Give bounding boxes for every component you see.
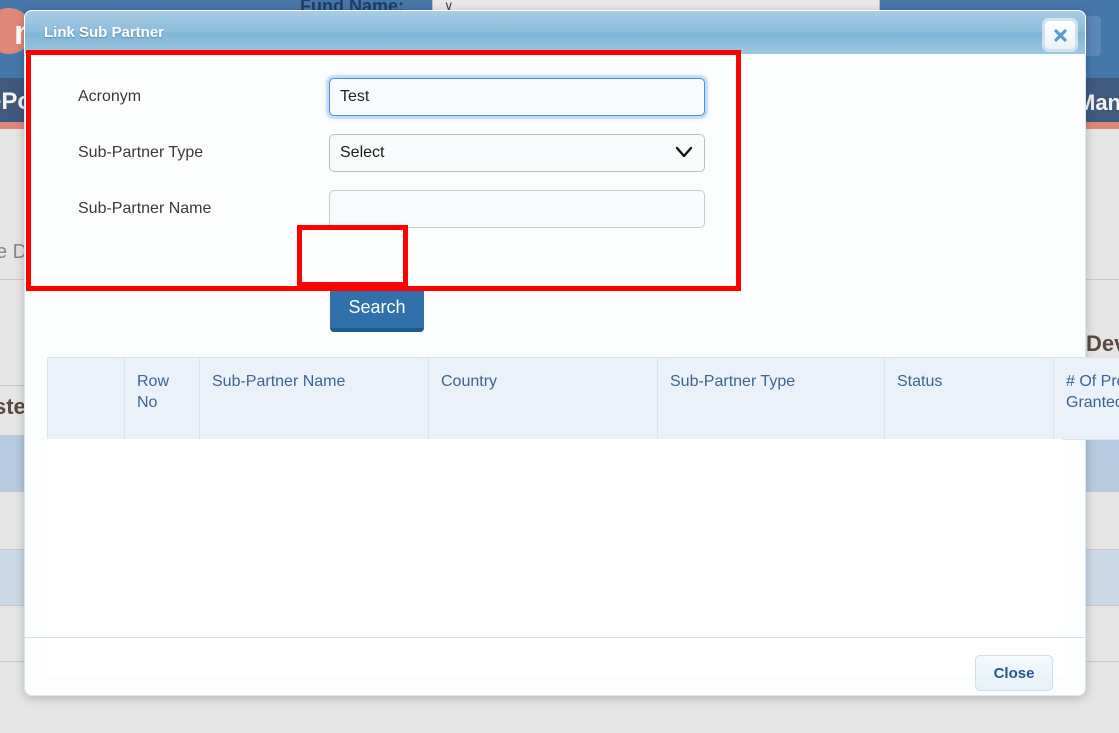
table-header-row: Row No Sub-Partner Name Country Sub-Part… bbox=[47, 356, 1119, 441]
dialog-body: Acronym Sub-Partner Type bbox=[24, 54, 1119, 696]
table-header-sub-partner-name: Sub-Partner Name bbox=[199, 356, 429, 441]
close-button[interactable]: Close bbox=[975, 655, 1053, 691]
table-header-status: Status bbox=[884, 356, 1054, 441]
link-sub-partner-dialog: Link Sub Partner Acronym Sub-Partner Typ… bbox=[24, 10, 1119, 696]
acronym-label: Acronym bbox=[78, 88, 142, 105]
form-row-acronym: Acronym bbox=[33, 78, 1079, 124]
footer-divider bbox=[25, 637, 1085, 638]
form-row-subpartner-type: Sub-Partner Type bbox=[33, 134, 1079, 180]
sub-partner-name-field-wrap bbox=[329, 190, 705, 228]
acronym-input[interactable] bbox=[329, 78, 705, 116]
sub-partner-name-input[interactable] bbox=[329, 190, 705, 228]
sub-partner-type-label: Sub-Partner Type bbox=[78, 144, 204, 161]
table-header-country: Country bbox=[428, 356, 658, 441]
sub-partner-results-table: Row No Sub-Partner Name Country Sub-Part… bbox=[47, 356, 1119, 441]
search-button[interactable]: Search bbox=[330, 287, 424, 332]
dialog-titlebar: Link Sub Partner bbox=[24, 10, 1086, 54]
table-header-select bbox=[47, 356, 125, 441]
acronym-field-wrap bbox=[329, 78, 705, 116]
background-cell-text: Dev bbox=[1086, 331, 1119, 356]
sub-partner-type-select[interactable] bbox=[329, 134, 705, 172]
table-empty-body bbox=[47, 439, 1063, 675]
sub-partner-type-field-wrap bbox=[329, 134, 705, 172]
dialog-title: Link Sub Partner bbox=[44, 24, 165, 41]
table-header-row-no: Row No bbox=[124, 356, 200, 441]
table-header-sub-partner-type: Sub-Partner Type bbox=[657, 356, 885, 441]
close-x-icon[interactable] bbox=[1044, 20, 1076, 50]
table-header-projects-sub-granted: # Of Project(s) Sub Granted bbox=[1053, 356, 1119, 441]
form-row-subpartner-name: Sub-Partner Name bbox=[33, 190, 1079, 236]
search-form: Acronym Sub-Partner Type bbox=[33, 66, 1079, 296]
sub-partner-name-label: Sub-Partner Name bbox=[78, 200, 212, 217]
